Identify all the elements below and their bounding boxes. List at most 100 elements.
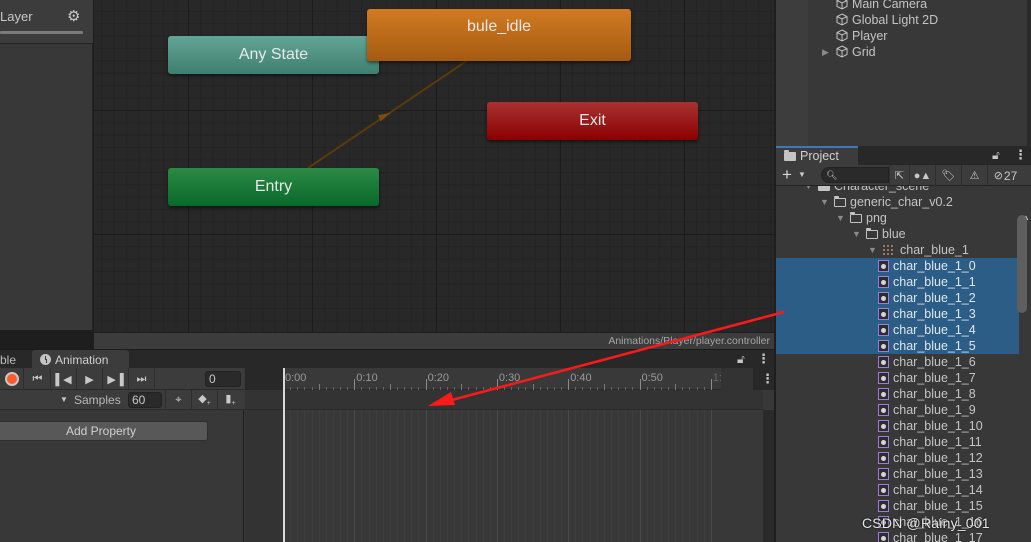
project-folder-row[interactable]: ▼ png <box>776 210 1020 226</box>
ruler-track[interactable]: 0:000:100:200:300:400:501:00 <box>283 368 753 390</box>
dopesheet-scrollbar[interactable]: ▲ <box>763 410 774 542</box>
hierarchy-item-label: Main Camera <box>852 0 928 11</box>
sprite-row[interactable]: char_blue_1_12 <box>776 450 1020 466</box>
exit-node[interactable]: Exit <box>487 102 698 140</box>
lock-icon[interactable]: 🔓︎ <box>737 352 745 367</box>
prev-key-button[interactable]: ▌◀ <box>51 368 77 390</box>
state-machine-graph[interactable]: Any State bule_idle Exit Entry <box>94 0 774 333</box>
sprite-row[interactable]: char_blue_1_4 <box>776 322 1020 338</box>
tree-item: char_blue_1_1 <box>878 274 976 290</box>
next-key-button[interactable]: ▶▐ <box>103 368 129 390</box>
add-property-button[interactable]: Add Property <box>0 421 208 441</box>
hierarchy-item[interactable]: Player <box>836 28 887 44</box>
sprite-row[interactable]: char_blue_1_0 <box>776 258 1020 274</box>
timeline-menu-icon[interactable]: ⋮ <box>761 371 774 387</box>
sprite-row[interactable]: char_blue_1_7 <box>776 370 1020 386</box>
expand-arrow-icon[interactable]: ▶ <box>822 44 829 60</box>
hidden-packages-button[interactable]: ⊘ 27 <box>987 165 1023 186</box>
log-types-button[interactable]: ⚠︎ <box>961 165 987 186</box>
filter-label-button[interactable]: 🏷︎ <box>935 165 961 186</box>
project-folder-row[interactable]: ▼ generic_char_v0.2 <box>776 194 1020 210</box>
eye-slash-icon: ⊘ <box>993 170 1003 182</box>
sprite-row[interactable]: char_blue_1_15 <box>776 498 1020 514</box>
tab-project[interactable]: Project <box>776 146 858 165</box>
sprite-sheet-icon <box>882 244 894 255</box>
event-row[interactable] <box>245 390 763 410</box>
sprite-sheet-row[interactable]: ▼ char_blue_1 <box>776 242 1020 258</box>
dopesheet-minor-gridline <box>382 410 384 542</box>
dopesheet-minor-gridline <box>504 410 506 542</box>
sprite-row[interactable]: char_blue_1_5 <box>776 338 1020 354</box>
tree-item: blue <box>865 226 906 242</box>
tab-animation[interactable]: Animation <box>32 350 129 369</box>
sprite-row[interactable]: char_blue_1_11 <box>776 434 1020 450</box>
ruler-tick-label: 0:50 <box>641 372 663 384</box>
more-menu-icon[interactable]: ⋮ <box>1014 147 1027 163</box>
tab-previous[interactable]: ble <box>0 350 32 369</box>
dopesheet-gridline <box>425 410 427 542</box>
sprite-row[interactable]: char_blue_1_14 <box>776 482 1020 498</box>
dopesheet-minor-gridline <box>689 410 691 542</box>
project-search-input[interactable]: 🔍︎ <box>821 167 889 183</box>
sprite-row[interactable]: char_blue_1_9 <box>776 402 1020 418</box>
sprite-row[interactable]: char_blue_1_6 <box>776 354 1020 370</box>
search-icon: 🔍︎ <box>826 170 838 180</box>
keyframe-filter-button[interactable]: ⌖ <box>165 390 191 410</box>
filter-type-button[interactable]: ●▲ <box>909 165 935 186</box>
expand-arrow-icon[interactable]: ▼ <box>804 186 813 194</box>
sprite-row[interactable]: char_blue_1_3 <box>776 306 1020 322</box>
tree-item-label: char_blue_1_9 <box>893 403 976 417</box>
frame-input[interactable]: 0 <box>205 371 241 387</box>
hierarchy-panel: Main Camera Global Light 2D Player ▶ Grid <box>775 0 1031 146</box>
sprite-icon <box>878 436 889 448</box>
expand-arrow-icon[interactable]: ▼ <box>820 194 829 210</box>
search-window-button[interactable]: ⇱ <box>889 165 909 186</box>
project-folder-row[interactable]: ▼ Character_scene <box>776 186 1020 194</box>
dopesheet-minor-gridline <box>675 410 677 542</box>
hierarchy-item[interactable]: Global Light 2D <box>836 12 938 28</box>
timeline[interactable]: 0:000:100:200:300:400:501:00 ⋮ ▲ <box>245 368 774 542</box>
plus-icon[interactable]: + <box>782 165 792 184</box>
clip-dropdown-icon[interactable]: ▼ <box>60 395 68 404</box>
sprite-row[interactable]: char_blue_1_10 <box>776 418 1020 434</box>
samples-input[interactable]: 60 <box>128 392 162 408</box>
default-state-node[interactable]: bule_idle <box>367 9 631 61</box>
tree-item-label: char_blue_1_10 <box>893 419 983 433</box>
chevron-down-icon[interactable]: ▼ <box>798 170 806 179</box>
entry-node[interactable]: Entry <box>168 168 379 206</box>
last-key-button[interactable]: ⏭︎ <box>129 368 155 390</box>
hierarchy-item[interactable]: ▶ Grid <box>822 44 876 60</box>
sprite-row[interactable]: char_blue_1_8 <box>776 386 1020 402</box>
play-button[interactable]: ▶ <box>77 368 103 390</box>
dopesheet-minor-gridline <box>439 410 441 542</box>
sprite-row[interactable]: char_blue_1_1 <box>776 274 1020 290</box>
project-toolbar: + ▼ 🔍︎ ⇱ ●▲ 🏷︎ ⚠︎ ⊘ 27 <box>776 165 1031 186</box>
expand-arrow-icon[interactable]: ▼ <box>852 226 861 242</box>
project-folder-row[interactable]: ▼ blue <box>776 226 1020 242</box>
hierarchy-gutter <box>776 0 808 146</box>
more-menu-icon[interactable]: ⋮ <box>757 351 770 367</box>
dopesheet[interactable] <box>245 410 763 542</box>
add-event-button[interactable]: ▮+ <box>217 390 243 410</box>
add-keyframe-button[interactable]: ◆+ <box>191 390 217 410</box>
timeline-ruler[interactable]: 0:000:100:200:300:400:501:00 ⋮ <box>245 368 774 390</box>
hierarchy-item[interactable]: Main Camera <box>836 0 927 12</box>
sprite-icon <box>878 260 889 272</box>
lock-icon[interactable]: 🔓︎ <box>992 148 1000 163</box>
ruler-major-tick <box>354 379 356 390</box>
project-scroll-thumb[interactable] <box>1017 215 1027 313</box>
record-button[interactable] <box>0 368 24 390</box>
sprite-row[interactable]: char_blue_1_17 <box>776 530 1020 542</box>
playhead[interactable] <box>283 368 285 542</box>
sprite-icon <box>878 324 889 336</box>
any-state-node[interactable]: Any State <box>168 36 379 74</box>
first-key-button[interactable]: ⏮︎ <box>25 368 51 390</box>
ruler-major-tick <box>496 379 498 390</box>
tree-item: char_blue_1_10 <box>878 418 983 434</box>
sprite-row[interactable]: char_blue_1_13 <box>776 466 1020 482</box>
expand-arrow-icon[interactable]: ▼ <box>868 242 877 258</box>
sprite-row[interactable]: char_blue_1_2 <box>776 290 1020 306</box>
gear-icon[interactable]: ⚙ <box>67 7 80 25</box>
expand-arrow-icon[interactable]: ▼ <box>836 210 845 226</box>
layers-tab-label[interactable]: Layer <box>0 9 33 24</box>
